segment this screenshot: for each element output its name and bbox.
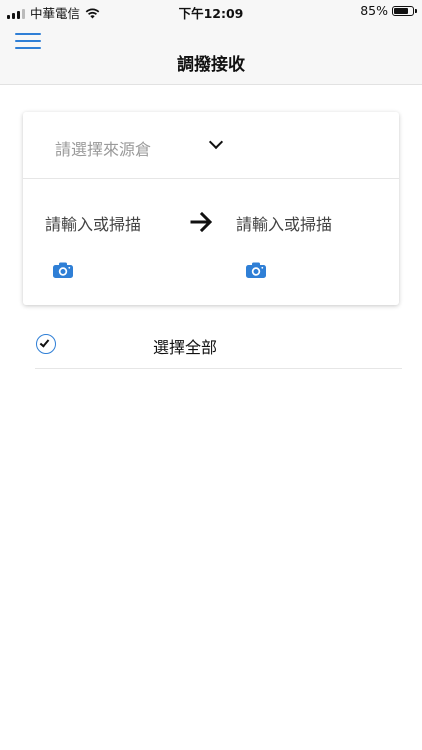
check-mark-icon [39, 337, 50, 348]
to-input-field[interactable]: 請輸入或掃描 [236, 211, 332, 235]
source-warehouse-placeholder: 請選擇來源倉 [55, 140, 152, 159]
carrier-label: 中華電信 [30, 6, 81, 21]
status-left: 中華電信 [7, 3, 100, 22]
status-bar: 中華電信 下午12:09 85% [0, 0, 422, 22]
select-all-label: 選擇全部 [153, 338, 218, 357]
status-right: 85% [360, 3, 417, 18]
check-circle-icon[interactable] [36, 334, 56, 354]
chevron-down-icon [208, 134, 224, 150]
page-title: 調撥接收 [177, 55, 245, 75]
battery-level-fill [394, 7, 409, 14]
wifi-icon [85, 8, 100, 18]
cellular-signal-icon [7, 7, 25, 19]
arrow-right-icon [190, 211, 213, 233]
transfer-card: 請選擇來源倉 請輸入或掃描 請輸入或掃描 [23, 112, 399, 305]
camera-icon[interactable] [53, 262, 73, 278]
screen: 中華電信 下午12:09 85% 調撥接收 請選擇來源倉 請輸入或掃描 請輸入或… [0, 0, 422, 750]
battery-icon [392, 5, 417, 16]
battery-percent: 85% [360, 3, 388, 18]
from-input-field[interactable]: 請輸入或掃描 [45, 211, 141, 235]
select-all-row[interactable]: 選擇全部 [35, 322, 402, 369]
source-warehouse-select[interactable]: 請選擇來源倉 [23, 112, 399, 179]
camera-icon[interactable] [246, 262, 266, 278]
hamburger-menu-icon[interactable] [15, 33, 41, 51]
